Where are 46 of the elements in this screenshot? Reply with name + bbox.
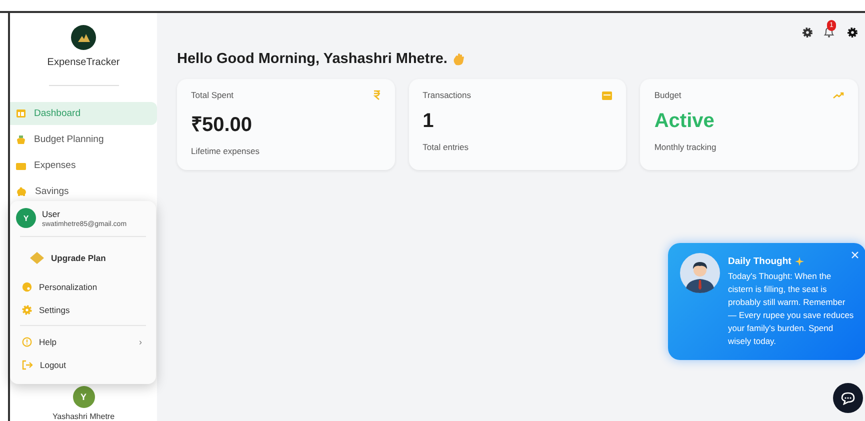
card-caption: Lifetime expenses [191, 146, 261, 156]
nav-item[interactable]: Savings [10, 180, 157, 203]
card-title: Daily Thought [728, 256, 792, 267]
greeting-heading: Hello Good Morning, Yashashri Mhetre. [177, 51, 448, 67]
menu-item[interactable]: Upgrade Plan [10, 245, 156, 271]
card-label: Total Spent [191, 90, 234, 100]
user-name: Yashashri Mhetre [52, 412, 115, 421]
card-label: Transactions [422, 90, 472, 100]
calendar-icon [602, 90, 612, 100]
piggy-bank-icon [16, 187, 27, 196]
sparkle-icon [795, 257, 804, 266]
folder-icon [16, 162, 26, 170]
settings-icon [802, 26, 813, 38]
waving-hand-icon [453, 52, 466, 66]
settings-icon [22, 304, 32, 314]
nav-item[interactable]: Expenses [10, 154, 157, 177]
card-value: 1 [422, 110, 435, 133]
person-avatar-icon [680, 253, 720, 293]
app-name: ExpenseTracker [46, 57, 121, 68]
rupee-icon [372, 90, 381, 100]
card-caption: Total entries [422, 142, 470, 152]
chat-icon [841, 392, 855, 404]
card-caption: Monthly tracking [654, 142, 718, 152]
help-icon [22, 336, 32, 346]
nav-item[interactable]: Budget Planning [10, 128, 157, 151]
thought-text: Today's Thought: When the cistern is filling, the seat is probably still warm. Remember — Every rupee you save reduces your family's burden. Spend wisely today. [728, 270, 854, 348]
dashboard-icon [16, 109, 26, 118]
close-icon [851, 251, 859, 259]
menu-item[interactable]: Settings [10, 298, 156, 321]
menu-item[interactable]: Personalization [10, 275, 156, 298]
menu-item[interactable]: Logout [10, 353, 156, 376]
mountain-icon [78, 34, 90, 42]
settings-icon [847, 26, 858, 38]
user-avatar: Y [16, 208, 36, 228]
user-name: User [42, 208, 61, 218]
card-value: ₹50.00 [191, 113, 254, 137]
trend-up-icon [833, 92, 844, 98]
palette-icon [22, 282, 32, 292]
close-button[interactable] [851, 251, 859, 259]
logout-icon [22, 360, 33, 370]
card-value: Active [654, 110, 716, 133]
menu-item[interactable]: Help › [10, 330, 156, 353]
card-label: Budget [654, 90, 682, 100]
money-bag-icon [16, 135, 26, 144]
diamond-icon [30, 252, 44, 264]
bell-icon [823, 26, 835, 38]
